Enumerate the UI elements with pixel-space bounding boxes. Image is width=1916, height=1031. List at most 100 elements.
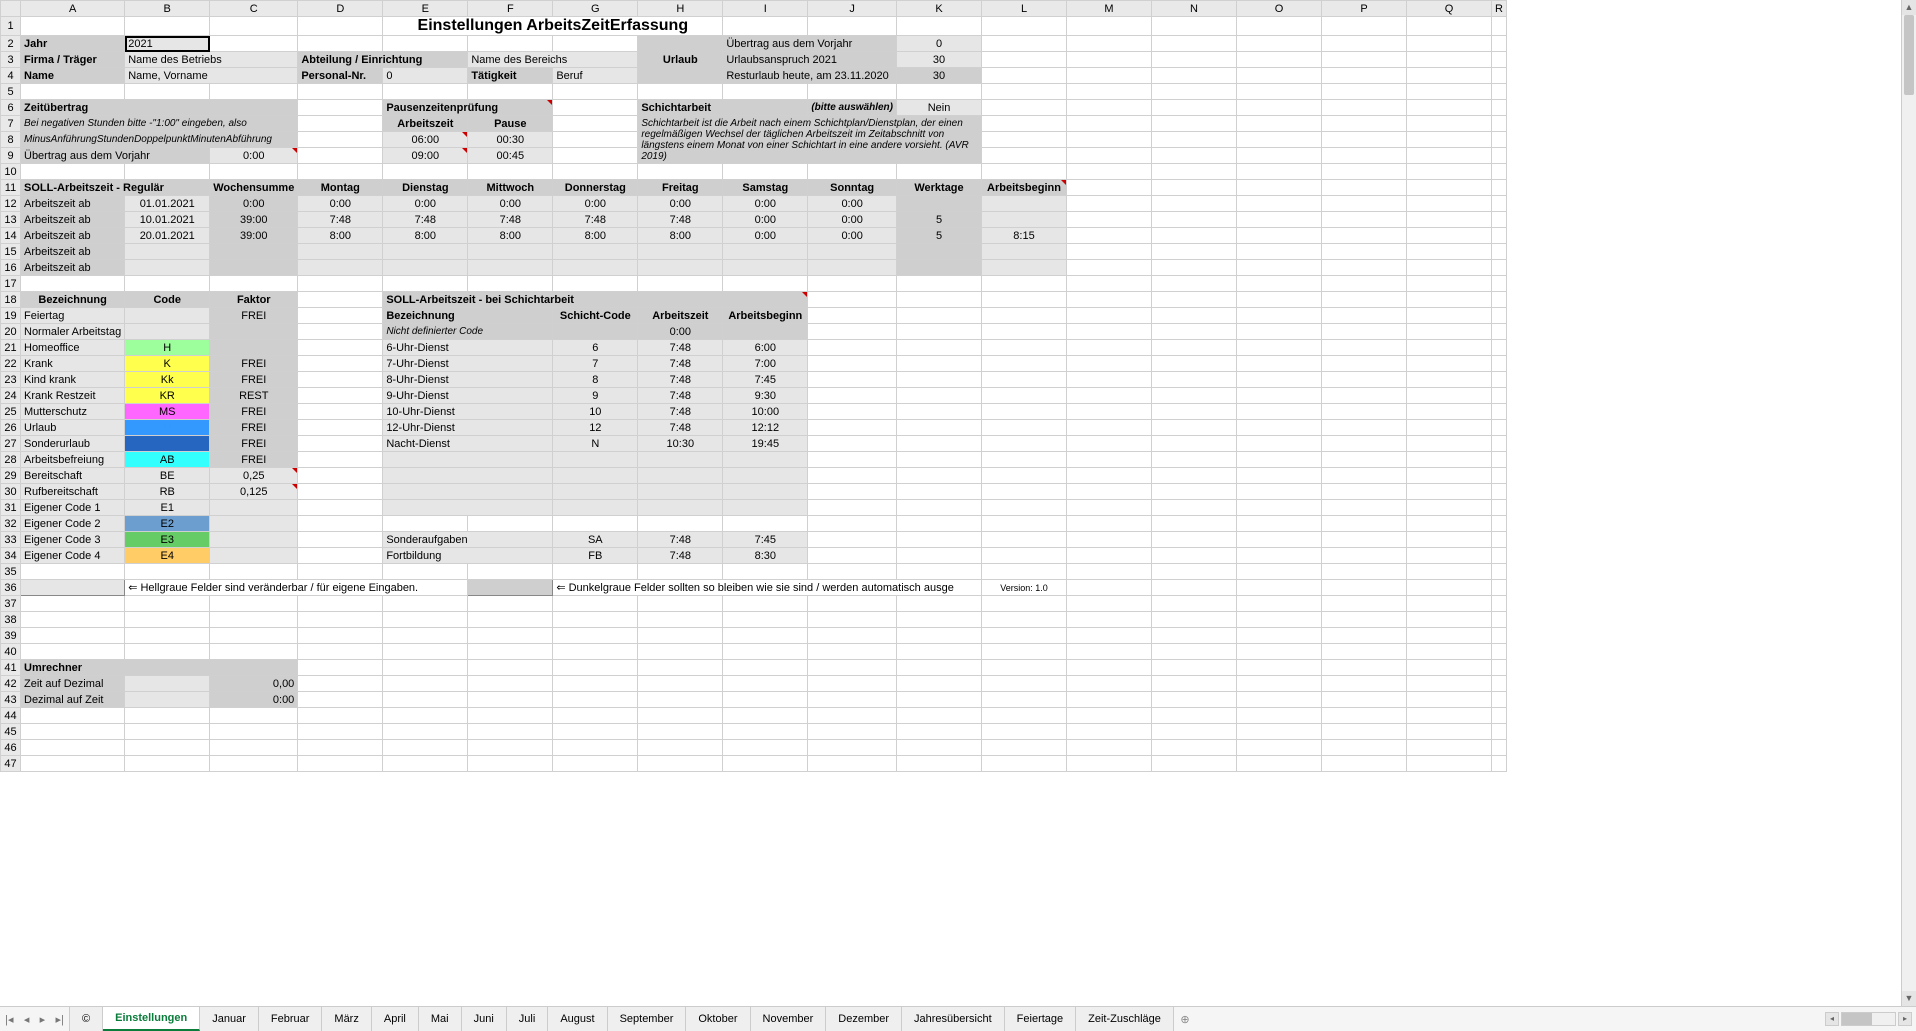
cell-L25[interactable]: [982, 404, 1067, 420]
cell-B38[interactable]: [125, 612, 210, 628]
cell-L34[interactable]: [982, 548, 1067, 564]
cell-P10[interactable]: [1322, 164, 1407, 180]
cell-D32[interactable]: [298, 516, 383, 532]
value-code[interactable]: E1: [125, 500, 210, 516]
cell-R10[interactable]: [1492, 164, 1507, 180]
col-header-G[interactable]: G: [553, 1, 638, 17]
input-soll-tag[interactable]: [553, 244, 638, 260]
input-jahr[interactable]: 2021: [125, 36, 210, 52]
cell-D18[interactable]: [298, 292, 383, 308]
cell-A10[interactable]: [21, 164, 125, 180]
cell-M35[interactable]: [1067, 564, 1152, 580]
row-header-37[interactable]: 37: [1, 596, 21, 612]
cell-R15[interactable]: [1492, 244, 1507, 260]
input-code-name[interactable]: Bereitschaft: [21, 468, 125, 484]
input-schicht-name[interactable]: [383, 452, 553, 468]
cell-P33[interactable]: [1322, 532, 1407, 548]
cell-N31[interactable]: [1152, 500, 1237, 516]
cell-L30[interactable]: [982, 484, 1067, 500]
input-schicht-name[interactable]: [383, 500, 553, 516]
input-extra-name[interactable]: Fortbildung: [383, 548, 553, 564]
row-header-9[interactable]: 9: [1, 148, 21, 164]
cell-C5[interactable]: [210, 84, 298, 100]
cell-J25[interactable]: [808, 404, 897, 420]
input-code-name[interactable]: Eigener Code 2: [21, 516, 125, 532]
cell-D31[interactable]: [298, 500, 383, 516]
input-abteilung[interactable]: Name des Bereichs: [468, 52, 638, 68]
input-schicht-name[interactable]: 7-Uhr-Dienst: [383, 356, 553, 372]
cell-A37[interactable]: [21, 596, 125, 612]
cell-Q46[interactable]: [1407, 740, 1492, 756]
input-soll-tag[interactable]: [468, 244, 553, 260]
row-header-26[interactable]: 26: [1, 420, 21, 436]
cell-N19[interactable]: [1152, 308, 1237, 324]
row-header-46[interactable]: 46: [1, 740, 21, 756]
cell-L10[interactable]: [982, 164, 1067, 180]
input-soll-tag[interactable]: 8:00: [468, 228, 553, 244]
cell-M14[interactable]: [1067, 228, 1152, 244]
cell-K38[interactable]: [897, 612, 982, 628]
cell-Q39[interactable]: [1407, 628, 1492, 644]
input-extra-az[interactable]: 7:48: [638, 532, 723, 548]
cell-G39[interactable]: [553, 628, 638, 644]
input-code-name[interactable]: Eigener Code 4: [21, 548, 125, 564]
cell-M2[interactable]: [1067, 36, 1152, 52]
cell-O4[interactable]: [1237, 68, 1322, 84]
cell-N18[interactable]: [1152, 292, 1237, 308]
cell-R16[interactable]: [1492, 260, 1507, 276]
cell-D47[interactable]: [298, 756, 383, 772]
horizontal-scrollbar[interactable]: ◂ ▸: [1196, 1007, 1916, 1031]
cell-P15[interactable]: [1322, 244, 1407, 260]
cell-O43[interactable]: [1237, 692, 1322, 708]
cell-O1[interactable]: [1237, 17, 1322, 36]
value-code[interactable]: Kk: [125, 372, 210, 388]
cell-Q43[interactable]: [1407, 692, 1492, 708]
cell-P20[interactable]: [1322, 324, 1407, 340]
cell-Q42[interactable]: [1407, 676, 1492, 692]
sheet-tab-dezember[interactable]: Dezember: [826, 1007, 902, 1031]
input-code-name[interactable]: Urlaub: [21, 420, 125, 436]
cell-R12[interactable]: [1492, 196, 1507, 212]
cell-P47[interactable]: [1322, 756, 1407, 772]
cell-I1[interactable]: [723, 17, 808, 36]
input-schicht-name[interactable]: 6-Uhr-Dienst: [383, 340, 553, 356]
cell-D8[interactable]: [298, 132, 383, 148]
row-header-31[interactable]: 31: [1, 500, 21, 516]
cell-G38[interactable]: [553, 612, 638, 628]
row-header-39[interactable]: 39: [1, 628, 21, 644]
cell-M12[interactable]: [1067, 196, 1152, 212]
row-header-23[interactable]: 23: [1, 372, 21, 388]
cell-D39[interactable]: [298, 628, 383, 644]
cell-Q31[interactable]: [1407, 500, 1492, 516]
cell-D25[interactable]: [298, 404, 383, 420]
sheet-tab-februar[interactable]: Februar: [259, 1007, 323, 1031]
cell-J33[interactable]: [808, 532, 897, 548]
cell-E43[interactable]: [383, 692, 468, 708]
cell-J31[interactable]: [808, 500, 897, 516]
cell-I38[interactable]: [723, 612, 808, 628]
cell-Q10[interactable]: [1407, 164, 1492, 180]
input-soll-tag[interactable]: [298, 244, 383, 260]
sheet-tab-mai[interactable]: Mai: [419, 1007, 462, 1031]
cell-A38[interactable]: [21, 612, 125, 628]
cell-J32[interactable]: [808, 516, 897, 532]
cell-E37[interactable]: [383, 596, 468, 612]
cell-N3[interactable]: [1152, 52, 1237, 68]
cell-C44[interactable]: [210, 708, 298, 724]
cell-C2[interactable]: [210, 36, 298, 52]
cell-E42[interactable]: [383, 676, 468, 692]
row-header-30[interactable]: 30: [1, 484, 21, 500]
cell-O39[interactable]: [1237, 628, 1322, 644]
cell-K1[interactable]: [897, 17, 982, 36]
cell-R11[interactable]: [1492, 180, 1507, 196]
input-arbeitsbeginn[interactable]: [982, 196, 1067, 212]
cell-Q21[interactable]: [1407, 340, 1492, 356]
cell-P11[interactable]: [1322, 180, 1407, 196]
cell-I47[interactable]: [723, 756, 808, 772]
row-header-41[interactable]: 41: [1, 660, 21, 676]
cell-P12[interactable]: [1322, 196, 1407, 212]
cell-Q17[interactable]: [1407, 276, 1492, 292]
cell-M18[interactable]: [1067, 292, 1152, 308]
cell-L41[interactable]: [982, 660, 1067, 676]
scroll-up-icon[interactable]: ▲: [1902, 0, 1916, 15]
